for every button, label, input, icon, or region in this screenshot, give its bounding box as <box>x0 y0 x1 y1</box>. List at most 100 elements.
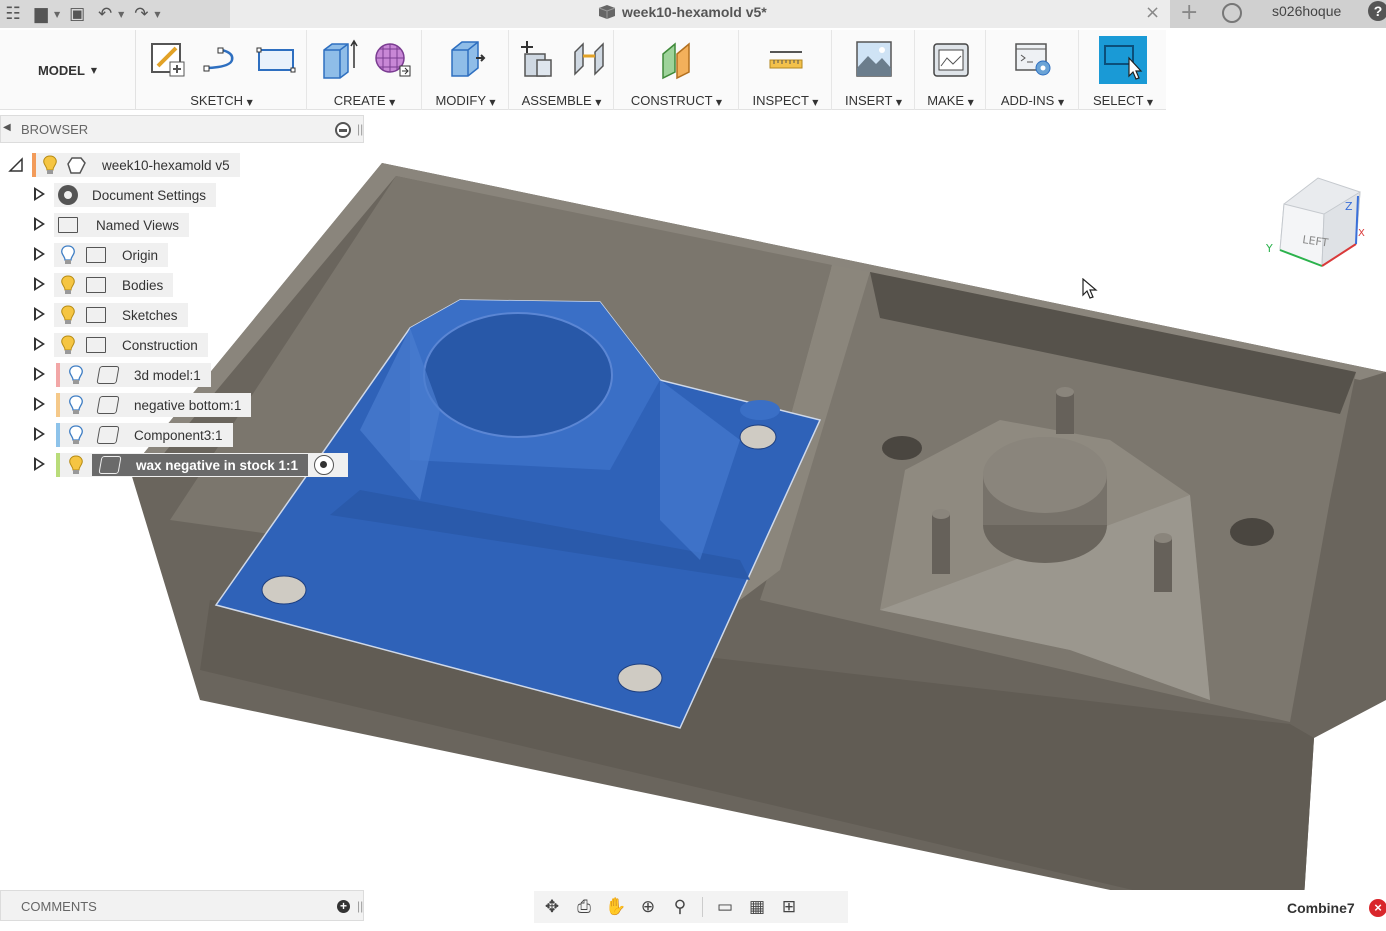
redo-icon[interactable]: ↷ <box>130 3 152 25</box>
chevron-down-icon: ▼ <box>715 98 723 107</box>
chevron-down-icon: ▼ <box>389 98 396 107</box>
expand-triangle-icon[interactable] <box>34 427 45 441</box>
insert-group[interactable]: INSERT ▼ <box>833 30 915 110</box>
hole-right <box>1230 518 1274 546</box>
model-canvas[interactable] <box>0 110 1386 930</box>
root-node[interactable]: week10-hexamold v5 <box>32 153 240 177</box>
chevron-down-icon[interactable]: ▼ <box>54 10 60 19</box>
file-icon[interactable]: ▆ <box>30 3 52 25</box>
create-sketch-icon[interactable] <box>148 38 188 80</box>
visibility-bulb-icon[interactable] <box>68 455 84 475</box>
grid-settings-icon[interactable]: ▦ <box>743 894 771 920</box>
fit-icon[interactable]: ⚲ <box>666 894 694 920</box>
inspect-label: INSPECT <box>752 93 809 108</box>
select-group[interactable]: SELECT ▼ <box>1080 30 1166 110</box>
insert-image-icon[interactable] <box>854 38 894 80</box>
assemble-label: ASSEMBLE <box>521 93 592 108</box>
folder-icon <box>58 217 78 233</box>
collapse-icon[interactable]: ◀ <box>3 122 11 133</box>
addins-group[interactable]: ADD-INS ▼ <box>987 30 1079 110</box>
expand-triangle-icon[interactable] <box>34 367 45 381</box>
visibility-bulb-icon[interactable] <box>42 155 58 175</box>
expand-triangle-icon[interactable] <box>34 307 45 321</box>
form-icon[interactable] <box>372 38 412 80</box>
save-icon[interactable]: ▣ <box>66 3 88 25</box>
visibility-bulb-icon[interactable] <box>60 275 76 295</box>
workspace-switcher[interactable]: MODEL ▼ <box>0 30 136 110</box>
select-icon[interactable] <box>1099 36 1147 84</box>
display-settings-icon[interactable]: ▭ <box>711 894 739 920</box>
browser-toggle-icon[interactable] <box>335 122 351 138</box>
canvas-viewport[interactable]: LEFT Y Z X <box>0 110 1386 930</box>
chevron-down-icon[interactable]: ▼ <box>118 10 124 19</box>
comments-panel[interactable]: COMMENTS + || <box>0 890 364 921</box>
expand-triangle-icon[interactable] <box>34 217 45 231</box>
active-component-highlight[interactable]: wax negative in stock 1:1 <box>92 454 309 476</box>
pin-left <box>932 514 950 574</box>
panel-grip-icon[interactable]: || <box>357 122 363 136</box>
expand-triangle-icon[interactable] <box>34 457 45 471</box>
grid-menu-icon[interactable]: ☷ <box>2 3 24 25</box>
panel-grip-icon[interactable]: || <box>357 899 363 913</box>
visibility-bulb-off-icon[interactable] <box>68 365 84 385</box>
look-at-icon[interactable]: ⎙ <box>570 894 598 920</box>
quick-access-toolbar: ☷ ▆ ▼ ▣ ↶ ▼ ↷ ▼ <box>0 0 230 28</box>
component-icon <box>98 456 122 474</box>
assemble-group[interactable]: ASSEMBLE ▼ <box>510 30 614 110</box>
viewports-icon[interactable]: ⊞ <box>775 894 803 920</box>
orbit-icon[interactable]: ✥ <box>538 894 566 920</box>
component-icon <box>96 366 120 384</box>
tree-item-label: Sketches <box>122 307 178 323</box>
expanded-triangle-icon[interactable] <box>8 157 24 173</box>
add-comment-icon[interactable]: + <box>337 900 350 913</box>
create-group[interactable]: CREATE ▼ <box>308 30 422 110</box>
expand-triangle-icon[interactable] <box>34 277 45 291</box>
folder-icon <box>86 337 106 353</box>
scripts-addins-icon[interactable] <box>1013 38 1053 80</box>
activate-component-radio[interactable] <box>314 455 335 475</box>
modify-group[interactable]: MODIFY ▼ <box>423 30 509 110</box>
zoom-icon[interactable]: ⊕ <box>634 894 662 920</box>
visibility-bulb-icon[interactable] <box>60 335 76 355</box>
visibility-bulb-icon[interactable] <box>60 305 76 325</box>
chevron-down-icon[interactable]: ▼ <box>154 10 160 19</box>
rectangle-icon[interactable] <box>256 38 296 80</box>
visibility-bulb-off-icon[interactable] <box>60 245 76 265</box>
offset-plane-icon[interactable] <box>657 38 697 80</box>
new-component-icon[interactable] <box>515 38 555 80</box>
press-pull-icon[interactable] <box>446 38 486 80</box>
user-name[interactable]: s026hoque <box>1272 3 1341 19</box>
sketch-label: SKETCH <box>190 93 243 108</box>
help-icon[interactable]: ? <box>1368 1 1386 21</box>
expand-triangle-icon[interactable] <box>34 397 45 411</box>
measure-icon[interactable] <box>766 38 806 80</box>
document-icon <box>67 157 86 174</box>
joint-icon[interactable] <box>569 38 609 80</box>
visibility-bulb-off-icon[interactable] <box>68 395 84 415</box>
axis-y-label: Y <box>1265 242 1273 255</box>
inspect-group[interactable]: INSPECT ▼ <box>740 30 832 110</box>
construct-group[interactable]: CONSTRUCT ▼ <box>615 30 739 110</box>
expand-triangle-icon[interactable] <box>34 187 45 201</box>
make-group[interactable]: MAKE ▼ <box>916 30 986 110</box>
job-status-icon[interactable] <box>1222 3 1242 23</box>
expand-triangle-icon[interactable] <box>34 247 45 261</box>
visibility-bulb-off-icon[interactable] <box>68 425 84 445</box>
3d-print-icon[interactable] <box>931 38 971 80</box>
timeline-feature-label[interactable]: Combine7 <box>1287 900 1355 916</box>
folder-icon <box>86 307 106 323</box>
viewcube[interactable]: LEFT Y Z X <box>1262 170 1372 280</box>
close-tab-icon[interactable]: × <box>1145 2 1160 23</box>
workspace-label: MODEL <box>37 62 85 78</box>
extrude-icon[interactable] <box>318 38 358 80</box>
sketch-group[interactable]: SKETCH ▼ <box>137 30 307 110</box>
fusion-window: ☷ ▆ ▼ ▣ ↶ ▼ ↷ ▼ week10-hexamold v5* × + s02… <box>0 0 1386 931</box>
tree-item-label: Document Settings <box>92 187 207 203</box>
new-tab-icon[interactable]: + <box>1180 0 1198 25</box>
browser-header[interactable]: ◀ BROWSER || <box>0 115 364 143</box>
expand-triangle-icon[interactable] <box>34 337 45 351</box>
line-icon[interactable] <box>202 38 242 80</box>
error-close-icon[interactable]: × <box>1369 899 1386 917</box>
pan-hand-icon[interactable]: ✋ <box>602 894 630 920</box>
undo-icon[interactable]: ↶ <box>94 3 116 25</box>
